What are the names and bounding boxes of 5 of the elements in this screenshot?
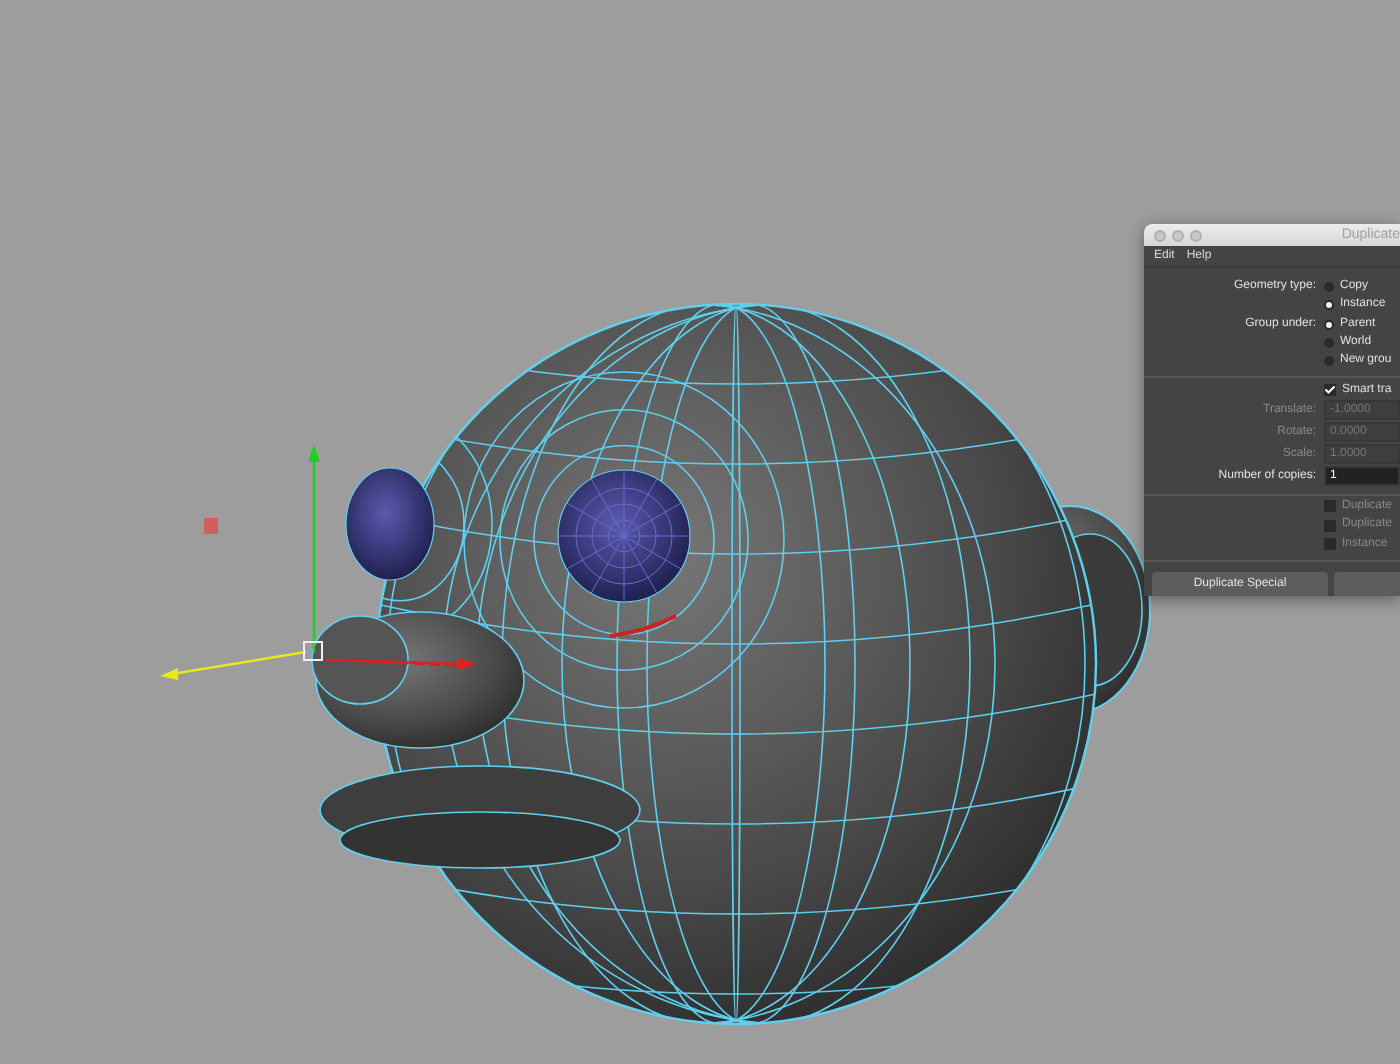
zoom-icon[interactable] [1190,229,1202,241]
close-icon[interactable] [1154,229,1166,241]
minimize-icon[interactable] [1172,229,1184,241]
pivot-marker-icon [204,518,218,534]
move-gizmo-drawing[interactable] [160,444,476,680]
